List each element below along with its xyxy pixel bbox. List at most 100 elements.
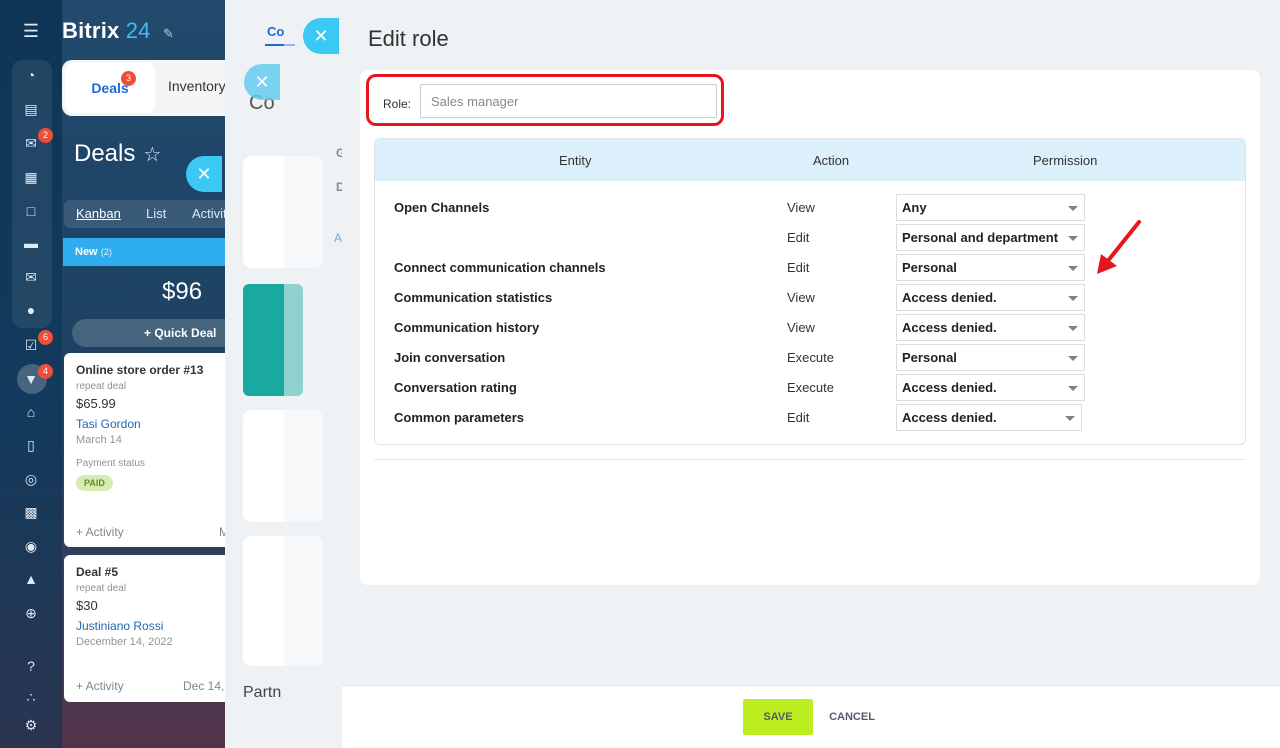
brand-logo[interactable]: Bitrix 24 ✎ (62, 18, 174, 44)
tab-inventory[interactable]: Inventory (168, 78, 225, 94)
arrow-icon (1097, 220, 1141, 274)
robot-icon[interactable]: ◉ (22, 537, 40, 555)
row-entity: Connect communication channels (394, 260, 606, 275)
bank-icon[interactable]: ⌂ (22, 403, 40, 421)
row-entity: Communication history (394, 320, 540, 335)
chat-badge: 2 (38, 128, 53, 143)
left-rail: ☰ ◔ ▤ ✉ 2 ▦ □ ▬ ✉ ● ☑ 6 ▼ 4 ⌂ ▯ ◎ ▩ ◉ ▲ … (0, 0, 62, 748)
crm-background: Bitrix 24 ✎ Deals 3 Inventory Deals ☆ Kan… (62, 0, 225, 748)
deal-card[interactable]: Deal #5 repeat deal $30 Justiniano Rossi… (64, 555, 225, 702)
menu-icon[interactable]: ☰ (22, 22, 40, 40)
permission-select[interactable]: Any (896, 194, 1085, 221)
cart-icon[interactable]: ▯ (22, 436, 40, 454)
page-title: Deals ☆ (74, 140, 161, 168)
view-switcher: Kanban List Activities (64, 200, 225, 228)
crm-tabs: Deals 3 Inventory (62, 60, 225, 116)
chart-icon[interactable]: ◔ (22, 66, 40, 84)
activity-date: Dec 14, (183, 679, 225, 693)
cancel-button[interactable]: CANCEL (820, 699, 884, 735)
permission-select[interactable]: Personal (896, 254, 1085, 281)
role-name-input[interactable] (420, 84, 717, 118)
tab-deals[interactable]: Deals 3 (65, 63, 155, 113)
row-entity: Common parameters (394, 410, 525, 425)
row-entity: Conversation rating (394, 380, 517, 395)
calendar-icon[interactable]: ▦ (22, 168, 40, 186)
mail-icon[interactable]: ✉ (22, 268, 40, 286)
tasks-badge: 6 (38, 330, 53, 345)
deal-sub: repeat deal (76, 583, 127, 594)
drive-icon[interactable]: ▬ (22, 234, 40, 252)
close-icon[interactable]: ✕ (186, 156, 222, 192)
quick-deal-button[interactable]: + Quick Deal (72, 319, 225, 347)
permission-select[interactable]: Personal (896, 344, 1085, 371)
panel-footer: SAVE CANCEL (342, 685, 1280, 748)
deal-title[interactable]: Online store order #13 (76, 363, 225, 377)
deal-sub: repeat deal (76, 381, 127, 392)
settings-icon[interactable]: ⚙ (22, 716, 40, 734)
save-button[interactable]: SAVE (743, 699, 813, 735)
groups-icon[interactable]: ● (22, 301, 40, 319)
tab-deals-badge: 3 (121, 71, 136, 86)
brand-name: Bitrix (62, 18, 120, 43)
chevron-down-icon (1068, 206, 1078, 211)
star-icon[interactable]: ☆ (143, 144, 161, 166)
pencil-icon[interactable]: ✎ (163, 26, 174, 41)
permission-value: Personal (902, 350, 957, 365)
permission-value: Access denied. (902, 290, 997, 305)
target-icon[interactable]: ◎ (22, 470, 40, 488)
deal-date: December 14, 2022 (76, 636, 173, 648)
chevron-down-icon (1068, 266, 1078, 271)
header-permission: Permission (1033, 153, 1098, 168)
view-kanban[interactable]: Kanban (76, 206, 121, 221)
deal-title[interactable]: Deal #5 (76, 565, 225, 579)
row-action: Edit (787, 230, 810, 245)
contact-card-icon[interactable]: ▩ (22, 503, 40, 521)
divider (374, 459, 1246, 460)
deal-price: $30 (76, 598, 98, 613)
payment-status-label: Payment status (76, 458, 145, 469)
view-list[interactable]: List (146, 206, 166, 221)
add-activity-link[interactable]: + Activity (76, 679, 124, 693)
table-row: Conversation rating Execute Access denie… (375, 372, 1245, 402)
table-row: Communication statistics View Access den… (375, 282, 1245, 312)
row-entity: Open Channels (394, 200, 490, 215)
box-icon[interactable]: ▲ (22, 570, 40, 588)
plus-icon: + (144, 326, 155, 340)
permission-select[interactable]: Access denied. (896, 284, 1085, 311)
row-action: View (787, 200, 815, 215)
permission-select[interactable]: Access denied. (896, 374, 1085, 401)
chevron-down-icon (1068, 356, 1078, 361)
feed-icon[interactable]: ▤ (22, 100, 40, 118)
document-icon[interactable]: □ (22, 202, 40, 220)
structure-icon[interactable]: ∴ (22, 688, 40, 706)
column-sum: $96 (162, 278, 203, 305)
permission-select[interactable]: Access denied. (896, 404, 1082, 431)
chevron-down-icon (1065, 416, 1075, 421)
background-slider: G D A (284, 0, 345, 748)
chevron-down-icon (1068, 326, 1078, 331)
add-activity-link[interactable]: + Activity (76, 525, 124, 539)
deal-date: March 14 (76, 434, 122, 446)
deal-contact[interactable]: Tasi Gordon (76, 417, 225, 431)
row-action: Edit (787, 410, 810, 425)
deal-contact[interactable]: Justiniano Rossi (76, 619, 225, 633)
slider-link[interactable]: A (334, 231, 342, 245)
slider-tab[interactable]: Co (267, 24, 284, 39)
page-title-text: Deals (74, 140, 136, 167)
deal-price: $65.99 (76, 396, 116, 411)
permission-select[interactable]: Personal and department (896, 224, 1085, 251)
row-entity: Join conversation (394, 350, 506, 365)
permission-select[interactable]: Access denied. (896, 314, 1085, 341)
row-action: View (787, 290, 815, 305)
more-icon[interactable]: ⊕ (22, 604, 40, 622)
view-activities[interactable]: Activities (192, 206, 225, 221)
close-icon[interactable]: ✕ (303, 18, 339, 54)
close-icon[interactable]: ✕ (244, 64, 280, 100)
row-entity: Communication statistics (394, 290, 553, 305)
edit-role-panel: Edit role Role: Entity Action Permission… (342, 0, 1280, 748)
help-icon[interactable]: ? (22, 657, 40, 675)
kanban-column-header[interactable]: New (2) (63, 238, 225, 266)
deal-card[interactable]: Online store order #13 repeat deal $65.9… (64, 353, 225, 547)
chevron-down-icon (1068, 386, 1078, 391)
crm-badge: 4 (38, 364, 53, 379)
